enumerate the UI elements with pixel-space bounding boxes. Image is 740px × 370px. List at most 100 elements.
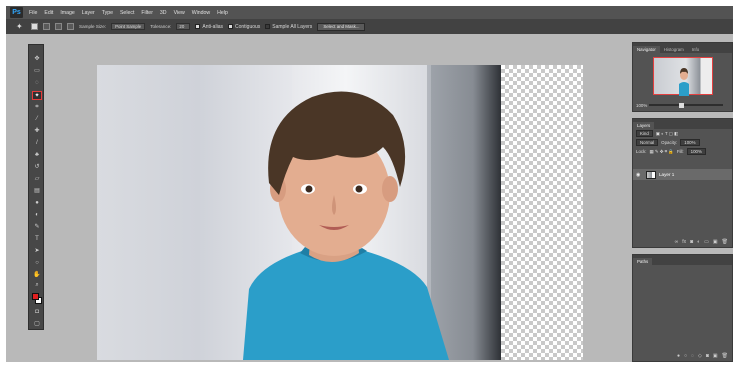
options-bar: ✦ Sample Size: Point Sample Tolerance: 2… bbox=[6, 19, 733, 34]
navigator-zoom-handle[interactable] bbox=[679, 103, 684, 108]
anti-alias-label: Anti-alias bbox=[202, 23, 223, 30]
shirt-shape bbox=[243, 251, 449, 360]
menu-edit[interactable]: Edit bbox=[44, 10, 53, 16]
menu-help[interactable]: Help bbox=[217, 10, 228, 16]
marquee-tool-icon[interactable]: ▭ bbox=[32, 67, 42, 76]
quick-mask-icon[interactable]: ◘ bbox=[32, 308, 42, 317]
layer-kind-select[interactable]: Kind bbox=[636, 130, 653, 137]
menu-layer[interactable]: Layer bbox=[82, 10, 95, 16]
tolerance-label: Tolerance: bbox=[150, 24, 172, 29]
new-selection-icon[interactable] bbox=[31, 23, 38, 30]
magic-wand-tool-icon[interactable]: ✦ bbox=[16, 22, 26, 32]
pen-tool-icon[interactable]: ✎ bbox=[32, 223, 42, 232]
menu-type[interactable]: Type bbox=[102, 10, 113, 16]
navigator-tabs: Navigator Histogram Info bbox=[633, 43, 732, 53]
menu-file[interactable]: File bbox=[29, 10, 37, 16]
sample-size-label: Sample Size: bbox=[79, 24, 107, 29]
gradient-tool-icon[interactable]: ▤ bbox=[32, 187, 42, 196]
layers-panel: Layers Kind ▣ ◐ T ▢ ◧ Normal Opacity: 10… bbox=[632, 118, 733, 248]
lasso-tool-icon[interactable]: ◌ bbox=[32, 79, 42, 88]
path-selection-tool-icon[interactable]: ➤ bbox=[32, 247, 42, 256]
contiguous-checkbox[interactable]: Contiguous bbox=[227, 24, 260, 30]
tab-info[interactable]: Info bbox=[688, 46, 703, 53]
hand-tool-icon[interactable]: ✋ bbox=[32, 271, 42, 280]
opacity-input[interactable]: 100% bbox=[680, 139, 700, 146]
layers-footer: ∞ fx ◙ ◐ ▭ ▣ 🗑 bbox=[633, 237, 732, 247]
new-layer-icon[interactable]: ▣ bbox=[713, 239, 718, 245]
visibility-eye-icon[interactable]: ◉ bbox=[636, 172, 643, 178]
healing-brush-tool-icon[interactable]: ✚ bbox=[32, 127, 42, 136]
tools-panel: ✥ ▭ ◌ ✦ ⌗ ⁄ ✚ / ♣ ↺ ▱ ▤ ● ◐ ✎ T ➤ ○ ✋ ⌕ … bbox=[28, 44, 44, 330]
subtract-selection-icon[interactable] bbox=[55, 23, 62, 30]
brush-tool-icon[interactable]: / bbox=[32, 139, 42, 148]
add-to-selection-icon[interactable] bbox=[43, 23, 50, 30]
menu-filter[interactable]: Filter bbox=[141, 10, 153, 16]
tab-paths[interactable]: Paths bbox=[633, 258, 653, 265]
dodge-tool-icon[interactable]: ◐ bbox=[32, 211, 42, 220]
layer-row[interactable]: ◉ Layer 1 bbox=[633, 169, 732, 180]
right-panels: Navigator Histogram Info 100% Layers Kin… bbox=[632, 42, 733, 362]
blend-mode-select[interactable]: Normal bbox=[636, 139, 659, 146]
checkbox-icon bbox=[227, 24, 233, 29]
screenshot-frame: Ps File Edit Image Layer Type Select Fil… bbox=[0, 0, 740, 370]
eraser-tool-icon[interactable]: ▱ bbox=[32, 175, 42, 184]
clone-stamp-tool-icon[interactable]: ♣ bbox=[32, 151, 42, 160]
layer-name[interactable]: Layer 1 bbox=[659, 172, 674, 177]
add-mask-icon[interactable]: ◙ bbox=[690, 239, 693, 245]
delete-path-icon[interactable]: 🗑 bbox=[722, 353, 728, 359]
navigator-preview[interactable] bbox=[653, 57, 713, 96]
blur-tool-icon[interactable]: ● bbox=[32, 199, 42, 208]
lock-icons[interactable]: ▦ ✎ ✥ ⌗ 🔒 bbox=[650, 149, 674, 155]
crop-tool-icon[interactable]: ⌗ bbox=[32, 103, 42, 112]
fill-input[interactable]: 100% bbox=[686, 148, 706, 155]
tab-histogram[interactable]: Histogram bbox=[660, 46, 688, 53]
sample-all-layers-label: Sample All Layers bbox=[272, 23, 313, 30]
layers-tabs: Layers bbox=[633, 119, 732, 129]
eyedropper-tool-icon[interactable]: ⁄ bbox=[32, 115, 42, 124]
document-canvas[interactable] bbox=[97, 65, 583, 360]
filter-icons[interactable]: ▣ ◐ T ▢ ◧ bbox=[656, 131, 679, 137]
tolerance-input[interactable]: 20 bbox=[176, 23, 191, 30]
zoom-tool-icon[interactable]: ⌕ bbox=[32, 281, 42, 290]
history-brush-tool-icon[interactable]: ↺ bbox=[32, 163, 42, 172]
checkbox-icon bbox=[265, 24, 271, 29]
lock-label: Lock: bbox=[636, 149, 647, 154]
menu-image[interactable]: Image bbox=[60, 10, 74, 16]
menu-3d[interactable]: 3D bbox=[160, 10, 167, 16]
transparent-area bbox=[501, 65, 583, 360]
add-mask-icon[interactable]: ◙ bbox=[706, 353, 709, 359]
link-layers-icon[interactable]: ∞ bbox=[675, 239, 679, 245]
intersect-selection-icon[interactable] bbox=[67, 23, 74, 30]
sample-all-layers-checkbox[interactable]: Sample All Layers bbox=[265, 24, 312, 30]
navigator-zoom-slider[interactable] bbox=[649, 104, 723, 106]
navigator-panel: Navigator Histogram Info 100% bbox=[632, 42, 733, 112]
paths-footer: ● ○ ◌ ◇ ◙ ▣ 🗑 bbox=[633, 351, 732, 361]
tab-navigator[interactable]: Navigator bbox=[633, 46, 660, 53]
checkbox-icon bbox=[195, 24, 201, 29]
tab-layers[interactable]: Layers bbox=[633, 122, 655, 129]
stroke-path-icon[interactable]: ○ bbox=[684, 353, 687, 359]
load-selection-icon[interactable]: ◌ bbox=[691, 353, 694, 359]
make-path-icon[interactable]: ◇ bbox=[698, 353, 702, 359]
move-tool-icon[interactable]: ✥ bbox=[32, 55, 42, 64]
navigator-zoom-value[interactable]: 100% bbox=[636, 103, 647, 108]
foreground-color-swatch[interactable] bbox=[32, 293, 39, 300]
select-and-mask-button[interactable]: Select and Mask... bbox=[317, 22, 366, 31]
fill-path-icon[interactable]: ● bbox=[677, 353, 680, 359]
new-path-icon[interactable]: ▣ bbox=[713, 353, 718, 359]
shape-tool-icon[interactable]: ○ bbox=[32, 259, 42, 268]
delete-layer-icon[interactable]: 🗑 bbox=[722, 239, 728, 245]
screen-mode-icon[interactable]: ▢ bbox=[32, 320, 42, 329]
menu-select[interactable]: Select bbox=[120, 10, 134, 16]
new-group-icon[interactable]: ▭ bbox=[704, 239, 709, 245]
anti-alias-checkbox[interactable]: Anti-alias bbox=[195, 24, 223, 30]
menu-window[interactable]: Window bbox=[192, 10, 210, 16]
menu-view[interactable]: View bbox=[174, 10, 185, 16]
blend-mode-row: Normal Opacity: 100% bbox=[633, 138, 732, 147]
sample-size-select[interactable]: Point Sample bbox=[111, 23, 146, 30]
fill-label: Fill: bbox=[676, 149, 684, 154]
magic-wand-tool-icon[interactable]: ✦ bbox=[32, 91, 42, 100]
type-tool-icon[interactable]: T bbox=[32, 235, 42, 244]
fx-icon[interactable]: fx bbox=[682, 239, 686, 245]
adjustment-layer-icon[interactable]: ◐ bbox=[697, 239, 700, 245]
